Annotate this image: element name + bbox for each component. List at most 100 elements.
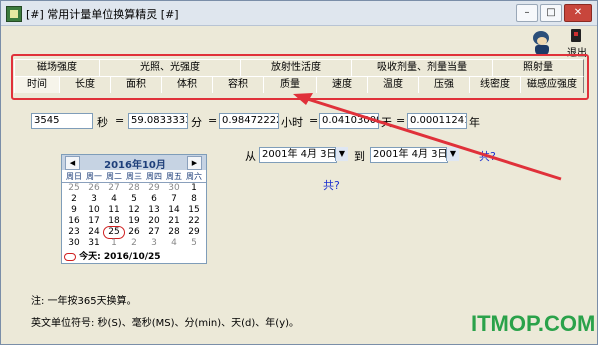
weekday-label: 周六 (186, 172, 202, 181)
calendar-day[interactable]: 19 (124, 216, 144, 227)
calendar-month: 2016年10月 (104, 160, 166, 171)
today-ring-icon (64, 252, 76, 261)
title-bar: [#] 常用计量单位换算精灵 [#] – □ ✕ (1, 1, 597, 26)
seconds-unit: 秒 (97, 116, 108, 129)
calendar-day[interactable]: 3 (84, 194, 104, 205)
calendar-today[interactable]: 今天: 2016/10/25 (64, 249, 204, 262)
tab-pressure[interactable]: 压强 (418, 76, 470, 93)
minutes-unit: 分 (191, 116, 202, 129)
weekday-label: 周一 (86, 172, 102, 181)
weekday-label: 周日 (66, 172, 82, 181)
calendar-day[interactable]: 9 (64, 205, 84, 216)
prev-month-button[interactable]: ◀ (65, 156, 80, 170)
calendar-day[interactable]: 12 (124, 205, 144, 216)
calendar-day[interactable]: 17 (84, 216, 104, 227)
calendar-day[interactable]: 4 (104, 194, 124, 205)
calendar-header: ◀ 2016年10月 ▶ (62, 155, 206, 171)
calendar-day[interactable]: 16 (64, 216, 84, 227)
days-input[interactable]: 0.041030093 (319, 113, 379, 129)
calendar-day[interactable]: 5 (184, 238, 204, 249)
close-button[interactable]: ✕ (564, 4, 592, 22)
days-unit: 天 (381, 116, 392, 129)
hours-unit: 小时 (281, 116, 303, 129)
equals-3: = (309, 114, 319, 127)
calendar-day[interactable]: 11 (104, 205, 124, 216)
calendar-day[interactable]: 8 (184, 194, 204, 205)
tab-illuminance[interactable]: 光照、光强度 (99, 59, 241, 76)
hours-input[interactable]: 0.984722222 (219, 113, 279, 129)
calendar-day[interactable]: 25 (103, 226, 125, 239)
calendar-day[interactable]: 26 (124, 227, 144, 238)
tab-time[interactable]: 时间 (14, 76, 60, 93)
calendar-day[interactable]: 22 (184, 216, 204, 227)
seconds-input[interactable]: 3545 (31, 113, 93, 129)
calendar-day[interactable]: 14 (164, 205, 184, 216)
to-date-chevron-down-icon[interactable]: ▼ (446, 147, 459, 161)
tab-absorbed-dose[interactable]: 吸收剂量、剂量当量 (351, 59, 493, 76)
calendar-day[interactable]: 2 (124, 238, 144, 249)
tab-linear-density[interactable]: 线密度 (469, 76, 521, 93)
calendar-day[interactable]: 26 (84, 183, 104, 194)
from-date-select[interactable]: 2001年 4月 3日 (259, 147, 337, 163)
calendar-day[interactable]: 2 (64, 194, 84, 205)
calendar-day[interactable]: 10 (84, 205, 104, 216)
calendar-day[interactable]: 1 (104, 238, 124, 249)
calendar-day[interactable]: 15 (184, 205, 204, 216)
calendar-day[interactable]: 6 (144, 194, 164, 205)
to-label: 到 (354, 150, 365, 163)
calendar-day[interactable]: 30 (164, 183, 184, 194)
calendar-day[interactable]: 25 (64, 183, 84, 194)
weekday-label: 周五 (166, 172, 182, 181)
watermark: ITMOP.COM (471, 311, 596, 336)
unit-category-tabs: 磁场强度 光照、光强度 放射性活度 吸收剂量、剂量当量 照射量 时间 长度 面积… (14, 59, 584, 93)
tab-radioactivity[interactable]: 放射性活度 (240, 59, 352, 76)
calendar-day[interactable]: 30 (64, 238, 84, 249)
calendar-day[interactable]: 7 (164, 194, 184, 205)
calendar-day[interactable]: 1 (184, 183, 204, 194)
weekday-label: 周二 (106, 172, 122, 181)
calendar-day[interactable]: 23 (64, 227, 84, 238)
from-label: 从 (245, 150, 256, 163)
exit-label: 退出 (567, 48, 587, 59)
from-date-chevron-down-icon[interactable]: ▼ (335, 147, 348, 161)
calendar-day[interactable]: 31 (84, 238, 104, 249)
phone-exit-icon (571, 29, 581, 42)
calendar-day[interactable]: 27 (104, 183, 124, 194)
calendar-day[interactable]: 13 (144, 205, 164, 216)
exit-button[interactable]: 退出 (559, 29, 589, 59)
tab-exposure[interactable]: 照射量 (492, 59, 584, 76)
calendar-day[interactable]: 20 (144, 216, 164, 227)
calendar-day[interactable]: 28 (124, 183, 144, 194)
tab-mass[interactable]: 质量 (263, 76, 317, 93)
tab-temperature[interactable]: 温度 (367, 76, 419, 93)
maximize-button[interactable]: □ (540, 4, 562, 22)
tab-capacity[interactable]: 容积 (212, 76, 264, 93)
calendar-day[interactable]: 29 (144, 183, 164, 194)
to-date-select[interactable]: 2001年 4月 3日 (370, 147, 448, 163)
tab-area[interactable]: 面积 (110, 76, 162, 93)
tab-magnetic-field[interactable]: 磁场强度 (14, 59, 100, 76)
calendar-day[interactable]: 27 (144, 227, 164, 238)
calendar-day[interactable]: 18 (104, 216, 124, 227)
minutes-input[interactable]: 59.08333333 (128, 113, 188, 129)
tab-volume[interactable]: 体积 (161, 76, 213, 93)
units-note: 英文单位符号: 秒(S)、毫秒(MS)、分(min)、天(d)、年(y)。 (31, 318, 300, 329)
calendar-day[interactable]: 3 (144, 238, 164, 249)
calendar-day[interactable]: 29 (184, 227, 204, 238)
calendar-day[interactable]: 5 (124, 194, 144, 205)
next-month-button[interactable]: ▶ (187, 156, 202, 170)
tab-speed[interactable]: 速度 (316, 76, 368, 93)
calendar-day[interactable]: 21 (164, 216, 184, 227)
genie-mascot-icon (529, 29, 555, 57)
equals-4: = (396, 114, 406, 127)
minimize-button[interactable]: – (516, 4, 538, 22)
equals-1: = (115, 114, 125, 127)
tab-length[interactable]: 长度 (59, 76, 111, 93)
weekday-label: 周三 (126, 172, 142, 181)
calendar-day[interactable]: 4 (164, 238, 184, 249)
calendar-day[interactable]: 28 (164, 227, 184, 238)
tab-magnetic-induction[interactable]: 磁感应强度 (520, 76, 584, 93)
total-result: 共? (323, 179, 340, 192)
years-input[interactable]: 0.000112411 (407, 113, 467, 129)
calendar-day[interactable]: 24 (84, 227, 104, 238)
